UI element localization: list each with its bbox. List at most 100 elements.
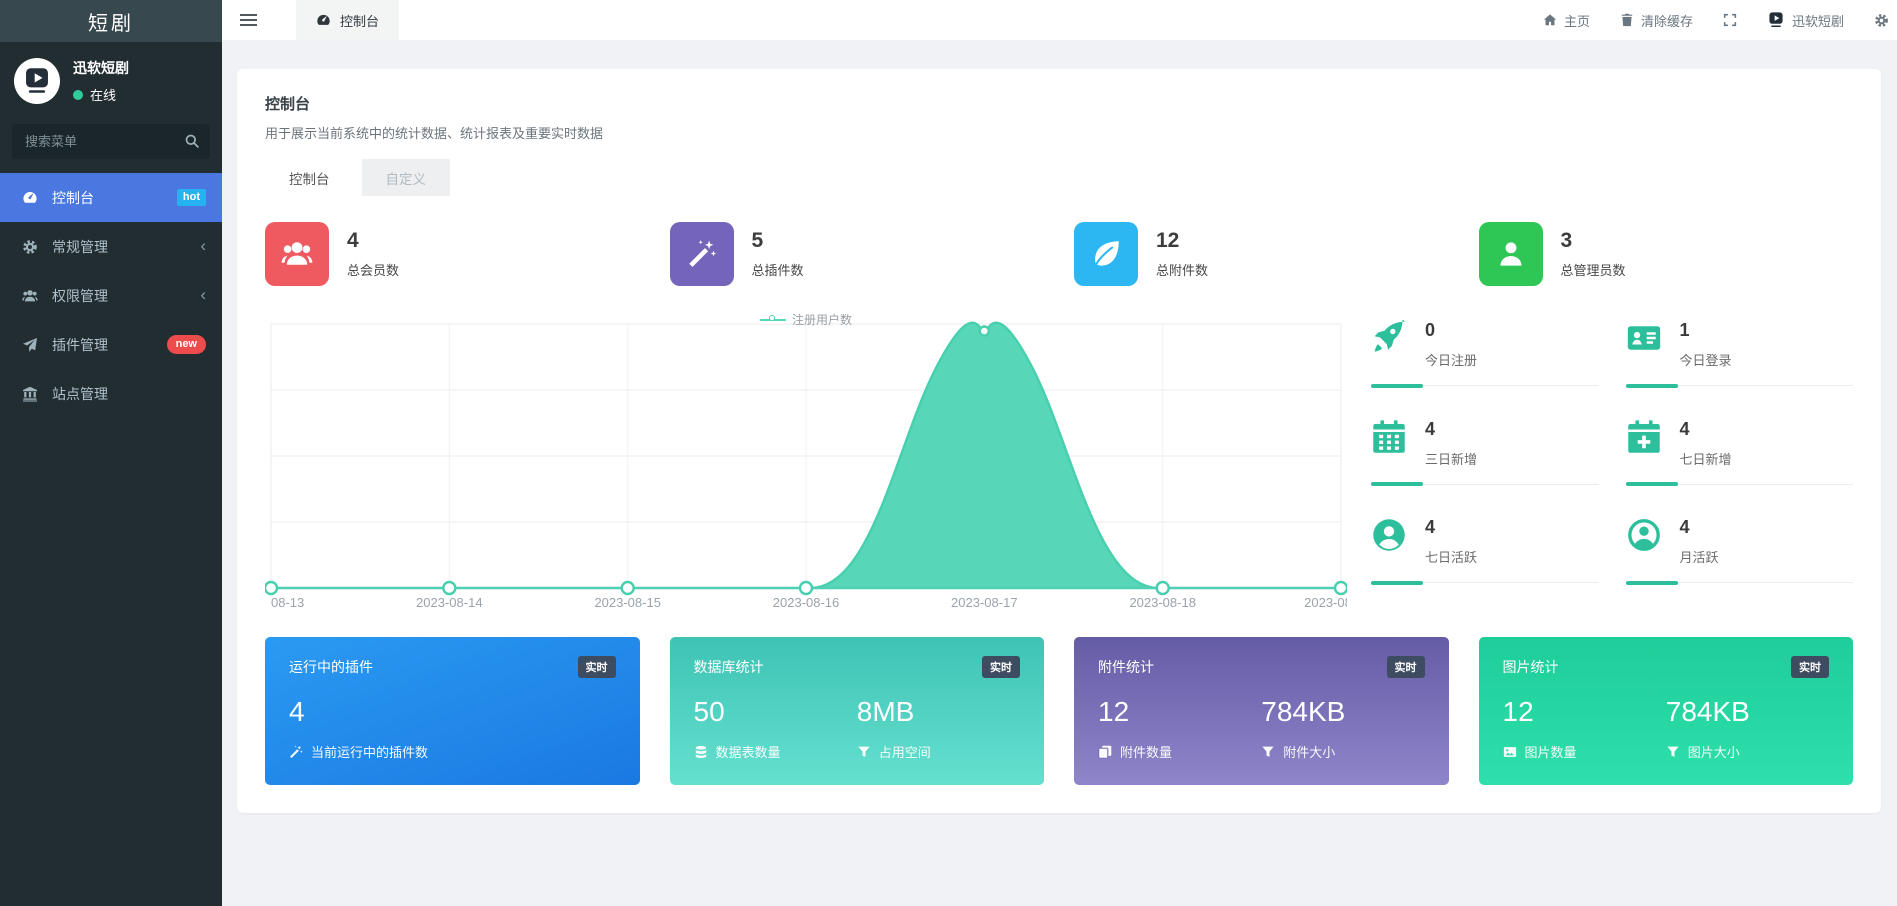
page-subtitle: 用于展示当前系统中的统计数据、统计报表及重要实时数据	[265, 123, 1853, 142]
metric-label: 附件大小	[1283, 742, 1335, 761]
metric-label: 当前运行中的插件数	[311, 742, 428, 761]
mini-stat-label: 七日新增	[1680, 449, 1732, 468]
sidebar-item-site[interactable]: 站点管理	[0, 369, 222, 418]
big-card-row: 运行中的插件 实时 4 当前运行中的插件数	[265, 637, 1853, 785]
mini-stat-rule	[1371, 484, 1599, 485]
sidebar-item-dashboard[interactable]: 控制台 hot	[0, 173, 222, 222]
hamburger-button[interactable]	[222, 0, 274, 40]
big-card-title: 图片统计	[1503, 657, 1559, 677]
x-axis-labels: 08-13 2023-08-14 2023-08-15 2023-08-16 2…	[271, 595, 1347, 610]
gauge-icon	[316, 13, 331, 28]
sidebar-item-label: 常规管理	[52, 237, 108, 257]
mini-stat-value: 4	[1680, 419, 1732, 440]
page-title: 控制台	[265, 93, 1853, 114]
legend-marker-icon	[760, 315, 786, 324]
big-card-running-addons: 运行中的插件 实时 4 当前运行中的插件数	[265, 637, 640, 785]
metric: 784KB 图片大小	[1666, 696, 1829, 761]
metric: 12 附件数量	[1098, 696, 1261, 761]
svg-text:2023-08-16: 2023-08-16	[773, 595, 840, 610]
stat-label: 总管理员数	[1561, 260, 1626, 279]
mini-stat-value: 0	[1425, 320, 1477, 341]
metric-value: 50	[694, 696, 857, 728]
calendar-icon	[1371, 419, 1409, 455]
mini-stat-month-active: 4 月活跃	[1626, 511, 1854, 610]
settings-button[interactable]	[1874, 13, 1889, 28]
play-logo-icon	[1767, 11, 1785, 29]
stat-card-attachments: 12 总附件数	[1074, 222, 1449, 286]
trash-icon	[1620, 13, 1634, 27]
copy-icon	[1098, 745, 1112, 759]
app-logo: 短剧	[0, 0, 222, 42]
page: 控制台 用于展示当前系统中的统计数据、统计报表及重要实时数据 控制台 自定义 4…	[222, 40, 1897, 906]
big-card-images: 图片统计 实时 12 图片数量 784KB	[1479, 637, 1854, 785]
tab-content: 4 总会员数 5 总插件数 12 总附件数	[237, 196, 1881, 785]
leaf-icon	[1074, 222, 1138, 286]
chart-legend[interactable]: 注册用户数	[760, 311, 852, 328]
metric-value: 784KB	[1666, 696, 1829, 728]
stat-card-row: 4 总会员数 5 总插件数 12 总附件数	[265, 222, 1853, 286]
mini-stats-grid: 0 今日注册 1 今日登录	[1371, 314, 1853, 610]
fullscreen-button[interactable]	[1723, 13, 1737, 27]
topbar-tab-dashboard[interactable]: 控制台	[296, 0, 399, 40]
hot-badge: hot	[177, 189, 206, 206]
metric-label: 图片数量	[1525, 742, 1577, 761]
online-label: 在线	[90, 85, 116, 104]
paper-plane-icon	[22, 337, 38, 353]
registered-users-chart: 注册用户数	[265, 314, 1347, 610]
image-icon	[1503, 745, 1517, 759]
mini-stat-value: 4	[1425, 517, 1477, 538]
bank-icon	[22, 386, 38, 402]
play-logo-icon	[22, 66, 52, 96]
realtime-badge: 实时	[578, 656, 616, 678]
metric: 4 当前运行中的插件数	[289, 696, 616, 761]
online-dot-icon	[73, 90, 83, 100]
metric: 8MB 占用空间	[857, 696, 1020, 761]
metric-value: 8MB	[857, 696, 1020, 728]
big-card-title: 附件统计	[1098, 657, 1154, 677]
metric-label: 附件数量	[1120, 742, 1172, 761]
stat-card-admins: 3 总管理员数	[1479, 222, 1854, 286]
topbar-tab-label: 控制台	[340, 11, 379, 30]
funnel-icon	[1666, 745, 1680, 759]
funnel-icon	[1261, 745, 1275, 759]
metric-value: 12	[1098, 696, 1261, 728]
dashboard-panel: 控制台 用于展示当前系统中的统计数据、统计报表及重要实时数据 控制台 自定义 4…	[237, 69, 1881, 813]
user-icon	[1479, 222, 1543, 286]
gears-icon	[1874, 13, 1889, 28]
tab-custom[interactable]: 自定义	[362, 159, 451, 196]
search-icon[interactable]	[184, 133, 200, 154]
mini-stat-value: 4	[1425, 419, 1477, 440]
stat-card-members: 4 总会员数	[265, 222, 640, 286]
metric-label: 数据表数量	[716, 742, 781, 761]
sidebar-item-auth[interactable]: 权限管理 ‹	[0, 271, 222, 320]
mini-stat-7day-new: 4 七日新增	[1626, 413, 1854, 512]
mini-stat-3day-new: 4 三日新增	[1371, 413, 1599, 512]
hamburger-icon	[240, 14, 257, 26]
tab-dashboard[interactable]: 控制台	[265, 159, 354, 196]
search-input[interactable]	[12, 124, 210, 159]
mini-stat-value: 1	[1680, 320, 1732, 341]
topbar-actions: 主页 清除缓存 迅软短剧	[1543, 11, 1897, 30]
gauge-icon	[22, 190, 38, 206]
mini-stat-label: 三日新增	[1425, 449, 1477, 468]
svg-text:2023-08: 2023-08	[1304, 595, 1347, 610]
svg-text:2023-08-17: 2023-08-17	[951, 595, 1018, 610]
sidebar-item-general[interactable]: 常规管理 ‹	[0, 222, 222, 271]
home-icon	[1543, 13, 1557, 27]
svg-text:08-13: 08-13	[271, 595, 304, 610]
user-circle-icon	[1371, 517, 1409, 553]
big-card-title: 数据库统计	[694, 657, 764, 677]
user-ring-icon	[1626, 517, 1664, 553]
mini-stat-rule	[1371, 582, 1599, 583]
home-label: 主页	[1564, 11, 1590, 30]
mini-stat-rule	[1626, 582, 1854, 583]
users-icon	[22, 288, 38, 304]
user-menu[interactable]: 迅软短剧	[1767, 11, 1844, 30]
home-button[interactable]: 主页	[1543, 11, 1590, 30]
magic-wand-icon	[670, 222, 734, 286]
clear-cache-button[interactable]: 清除缓存	[1620, 11, 1693, 30]
gears-icon	[22, 239, 38, 255]
sidebar-item-addons[interactable]: 插件管理 new	[0, 320, 222, 369]
magic-wand-icon	[289, 745, 303, 759]
mini-stat-7day-active: 4 七日活跃	[1371, 511, 1599, 610]
